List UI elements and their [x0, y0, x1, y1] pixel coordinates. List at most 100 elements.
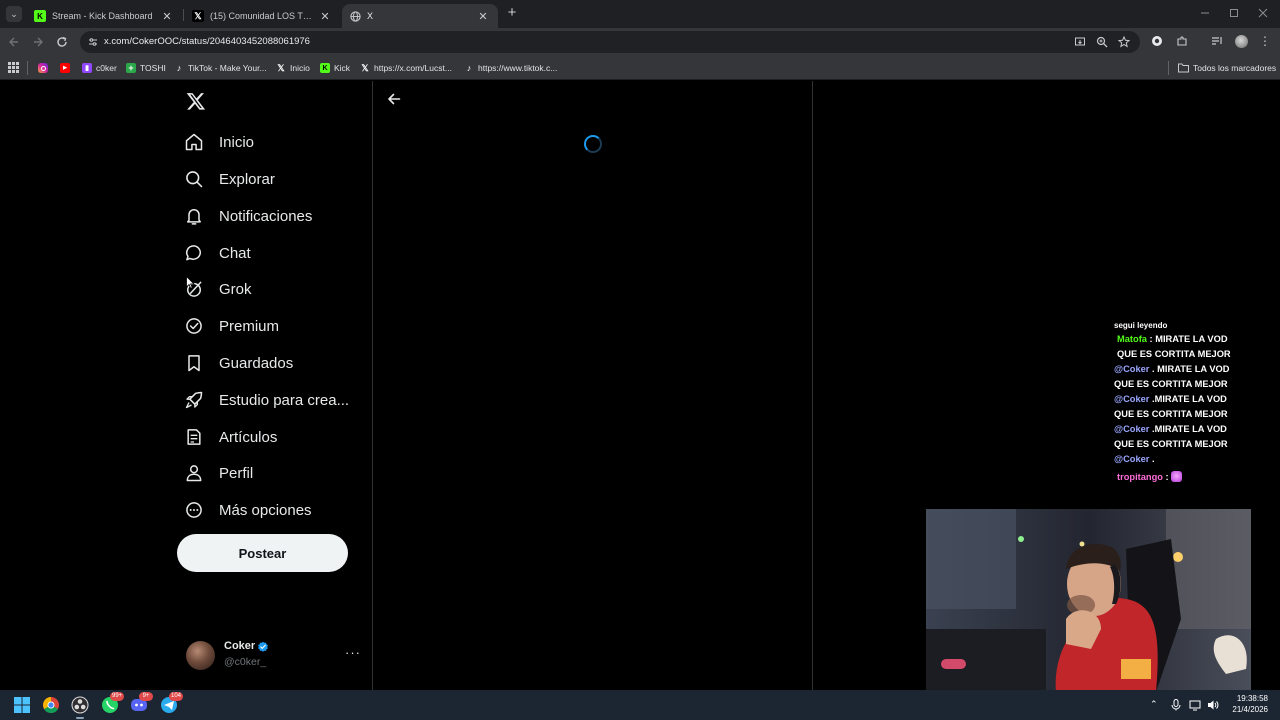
twitch-icon: ▮	[82, 63, 92, 73]
obs-taskbar-button[interactable]	[70, 695, 90, 715]
chrome-taskbar-button[interactable]	[41, 695, 61, 715]
reload-button[interactable]	[54, 34, 70, 50]
bookmark-kick[interactable]: K Kick	[320, 61, 350, 75]
account-switcher[interactable]: Coker @c0ker_ ···	[186, 639, 361, 673]
address-bar[interactable]: x.com/CokerOOC/status/204640345208806197…	[80, 31, 1140, 53]
sidebar-item-premium[interactable]: Premium	[184, 311, 279, 341]
sidebar-item-perfil[interactable]: Perfil	[184, 458, 253, 488]
sidebar-item-articulos[interactable]: Artículos	[184, 422, 277, 452]
main-column	[372, 81, 813, 690]
extensions-menu-button[interactable]	[1175, 34, 1189, 48]
extension-button[interactable]	[1150, 34, 1164, 48]
chat-mention: @Coker	[1114, 424, 1150, 434]
maximize-icon[interactable]	[1229, 8, 1239, 18]
premium-icon	[186, 318, 202, 334]
notification-badge: 104	[169, 692, 184, 701]
profile-icon	[186, 465, 202, 482]
x-logo-icon[interactable]	[186, 91, 206, 111]
bookmark-instagram[interactable]	[38, 61, 48, 75]
window-close-icon[interactable]	[1258, 8, 1268, 18]
sidebar-item-label: Más opciones	[219, 501, 312, 519]
tab-title: Stream - Kick Dashboard	[52, 11, 153, 21]
clock-date: 21/4/2026	[1232, 705, 1268, 714]
kick-icon: K	[34, 10, 46, 22]
avatar	[186, 641, 215, 670]
media-control-button[interactable]	[1210, 34, 1224, 48]
site-settings-icon[interactable]	[88, 37, 98, 47]
whatsapp-taskbar-button[interactable]: 99+	[100, 692, 125, 715]
tab-search-button[interactable]: ⌄	[6, 6, 22, 22]
profile-name: Coker	[224, 640, 256, 652]
minimize-icon[interactable]	[1200, 8, 1210, 18]
close-icon[interactable]: ✕	[160, 10, 174, 23]
tab-x[interactable]: X ✕	[342, 4, 498, 28]
loading-spinner	[584, 135, 602, 153]
chat-text: .	[1149, 454, 1155, 464]
bookmark-toshi[interactable]: + TOSHI	[126, 61, 166, 75]
sidebar-item-mas-opciones[interactable]: Más opciones	[184, 495, 312, 525]
notification-badge: 9+	[139, 692, 153, 701]
folder-icon	[1178, 63, 1189, 73]
system-clock[interactable]: 19:38:58 21/4/2026	[1232, 693, 1268, 715]
star-icon[interactable]	[1118, 36, 1130, 48]
telegram-taskbar-button[interactable]: 104	[159, 692, 184, 715]
volume-icon[interactable]	[1207, 699, 1219, 711]
more-options-icon[interactable]: ···	[345, 645, 361, 660]
search-icon	[186, 171, 203, 188]
bookmark-inicio[interactable]: 𝕏 Inicio	[276, 61, 309, 75]
bookmark-tiktok-link[interactable]: ♪ https://www.tiktok.c...	[464, 61, 558, 75]
back-button[interactable]	[6, 34, 22, 50]
sidebar-item-estudio[interactable]: Estudio para crea...	[184, 385, 349, 415]
close-icon[interactable]: ✕	[318, 10, 332, 23]
sidebar-item-explorar[interactable]: Explorar	[184, 164, 275, 194]
sidebar-item-label: Inicio	[219, 133, 255, 151]
home-icon	[185, 133, 203, 151]
zoom-icon[interactable]	[1096, 36, 1108, 48]
install-app-icon[interactable]	[1074, 36, 1086, 48]
url-text[interactable]: x.com/CokerOOC/status/204640345208806197…	[104, 36, 310, 47]
browser-menu-icon[interactable]: ⋮	[1258, 34, 1272, 48]
back-arrow-icon[interactable]	[387, 92, 401, 106]
tab-comunidad[interactable]: 𝕏 (15) Comunidad LOS TOP GLOBAL ✕	[184, 4, 340, 28]
bookmark-c0ker[interactable]: ▮ c0ker	[82, 61, 117, 75]
discord-taskbar-button[interactable]: 9+	[129, 692, 153, 715]
profile-avatar-button[interactable]	[1234, 34, 1248, 48]
divider	[1168, 61, 1169, 75]
plus-icon: +	[126, 63, 136, 73]
arrow-left-icon	[9, 37, 18, 47]
sidebar-item-label: Guardados	[219, 354, 294, 372]
sidebar-item-chat[interactable]: Chat	[184, 238, 251, 268]
forward-button[interactable]	[30, 34, 46, 50]
article-icon	[187, 429, 201, 445]
globe-icon	[350, 10, 361, 22]
sidebar-item-label: Estudio para crea...	[219, 391, 350, 409]
sidebar-item-guardados[interactable]: Guardados	[184, 348, 293, 378]
instagram-icon	[38, 63, 48, 73]
new-tab-button[interactable]: +	[504, 5, 520, 22]
all-bookmarks-folder[interactable]: Todos los marcadores	[1178, 61, 1276, 75]
bookmark-x-link[interactable]: 𝕏 https://x.com/Lucst...	[360, 61, 452, 75]
bookmark-youtube[interactable]: ▶	[60, 61, 70, 75]
bookmark-label: Kick	[334, 63, 351, 73]
windows-start-icon[interactable]	[12, 695, 32, 715]
chat-mention: @Coker	[1114, 454, 1150, 464]
chat-separator: :	[1146, 334, 1156, 344]
chevron-up-icon[interactable]: ⌃	[1150, 699, 1158, 710]
sidebar-item-inicio[interactable]: Inicio	[184, 127, 254, 157]
close-icon[interactable]: ✕	[476, 10, 490, 23]
youtube-icon: ▶	[60, 63, 70, 73]
tab-kick-dashboard[interactable]: K Stream - Kick Dashboard ✕	[26, 4, 182, 28]
arrow-right-icon	[34, 37, 43, 47]
post-button[interactable]: Postear	[177, 534, 348, 572]
network-icon[interactable]	[1189, 699, 1201, 711]
chrome-icon	[43, 697, 59, 714]
bookmark-label: Todos los marcadores	[1193, 63, 1277, 73]
kick-icon: K	[320, 63, 330, 73]
microphone-icon[interactable]	[1171, 699, 1181, 711]
apps-grid-icon[interactable]	[8, 62, 19, 73]
emote-icon	[1171, 471, 1183, 482]
sidebar-item-notificaciones[interactable]: Notificaciones	[184, 201, 312, 231]
bookmark-label: https://x.com/Lucst...	[374, 63, 452, 73]
bookmark-tiktok[interactable]: ♪ TikTok - Make Your...	[174, 61, 267, 75]
stream-chat-overlay: segui leyendo Matofa : MIRATE LA VOD QUE…	[1114, 322, 1244, 485]
